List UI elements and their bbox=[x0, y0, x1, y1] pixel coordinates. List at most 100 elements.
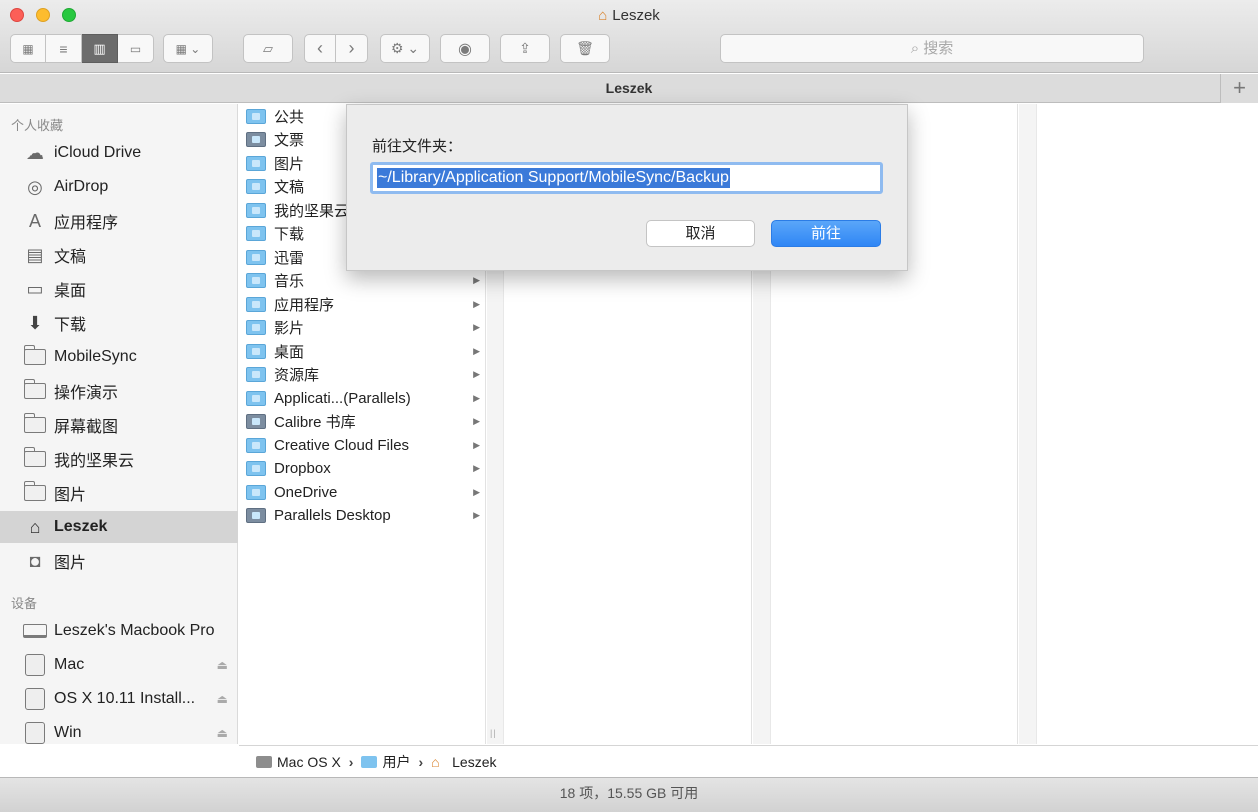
folder-icon bbox=[246, 485, 266, 500]
sidebar-item-label: 我的坚果云 bbox=[54, 453, 135, 470]
eject-icon[interactable]: ⏏ bbox=[217, 692, 228, 706]
cover-flow-view-button[interactable]: ▭ bbox=[118, 34, 154, 63]
back-button[interactable]: ‹ bbox=[304, 34, 336, 63]
quick-look-button[interactable]: ◉ bbox=[440, 34, 490, 63]
disclosure-arrow-icon: ▶ bbox=[473, 369, 480, 379]
disk-icon bbox=[22, 654, 48, 676]
status-bar: 18 项，15.55 GB 可用 bbox=[0, 777, 1258, 812]
path-segment-label: 用户 bbox=[382, 753, 411, 770]
tab-leszek[interactable]: Leszek bbox=[0, 74, 1258, 103]
column-gutter bbox=[1019, 104, 1036, 744]
search-input[interactable]: ⌕ 搜索 bbox=[720, 34, 1144, 63]
list-item-label: 影片 bbox=[274, 320, 305, 337]
list-item-label: 资源库 bbox=[274, 367, 320, 384]
list-item[interactable]: 应用程序 ▶ bbox=[239, 293, 486, 316]
column-view-button[interactable]: ▥ bbox=[82, 34, 118, 63]
gear-icon: ⚙ ⌄ bbox=[390, 40, 420, 56]
list-item[interactable]: OneDrive ▶ bbox=[239, 481, 486, 504]
new-folder-button[interactable]: ▱ bbox=[243, 34, 293, 63]
column-resize-handle[interactable]: || bbox=[490, 728, 497, 738]
icon-view-button[interactable]: ▦ bbox=[10, 34, 46, 63]
eject-icon[interactable]: ⏏ bbox=[217, 726, 228, 740]
folder-icon bbox=[246, 203, 266, 218]
folder-icon bbox=[246, 297, 266, 312]
sidebar-item-nutstore[interactable]: 我的坚果云 bbox=[0, 443, 238, 475]
sidebar-item-documents[interactable]: ▤ 文稿 bbox=[0, 239, 238, 271]
sidebar-item-label: OS X 10.11 Install... bbox=[54, 690, 196, 707]
list-item[interactable]: 资源库 ▶ bbox=[239, 363, 486, 386]
columns-icon: ▥ bbox=[93, 40, 106, 56]
list-item[interactable]: 桌面 ▶ bbox=[239, 340, 486, 363]
folder-icon bbox=[246, 344, 266, 359]
forward-button[interactable]: › bbox=[336, 34, 368, 63]
sidebar-item-icloud-drive[interactable]: ☁ iCloud Drive bbox=[0, 137, 238, 169]
list-item[interactable]: 音乐 ▶ bbox=[239, 269, 486, 292]
sidebar-item-macbook[interactable]: Leszek's Macbook Pro bbox=[0, 615, 238, 647]
folder-icon bbox=[23, 447, 46, 467]
sidebar-item-screenshots[interactable]: 屏幕截图 bbox=[0, 409, 238, 441]
path-bar: Mac OS X › 用户 › ⌂ Leszek bbox=[239, 745, 1258, 777]
sidebar-item-mac-disk[interactable]: Mac ⏏ bbox=[0, 649, 238, 681]
list-item[interactable]: Dropbox ▶ bbox=[239, 457, 486, 480]
sidebar-item-desktop[interactable]: ▭ 桌面 bbox=[0, 273, 238, 305]
folder-icon bbox=[23, 481, 46, 501]
path-segment-home[interactable]: ⌂ Leszek bbox=[431, 754, 496, 770]
add-tab-button[interactable]: + bbox=[1220, 74, 1258, 103]
sidebar-item-mobilesync[interactable]: MobileSync bbox=[0, 341, 238, 373]
list-item[interactable]: 影片 ▶ bbox=[239, 316, 486, 339]
search-placeholder: 搜索 bbox=[923, 40, 954, 57]
sidebar-item-win-disk[interactable]: Win ⏏ bbox=[0, 717, 238, 749]
trash-button[interactable]: 🗑 bbox=[560, 34, 610, 63]
list-view-button[interactable]: ≡ bbox=[46, 34, 82, 63]
eject-icon[interactable]: ⏏ bbox=[217, 658, 228, 672]
share-icon: ⇪ bbox=[519, 40, 531, 56]
sidebar-item-downloads[interactable]: ⬇ 下载 bbox=[0, 307, 238, 339]
sidebar-item-pictures-folder[interactable]: 图片 bbox=[0, 477, 238, 509]
list-item-label: 我的坚果云 bbox=[274, 203, 350, 220]
disk-icon bbox=[25, 688, 45, 710]
dialog-label: 前往文件夹： bbox=[372, 138, 463, 155]
folder-icon bbox=[22, 413, 48, 435]
cancel-button[interactable]: 取消 bbox=[646, 220, 755, 247]
cover-flow-icon: ▭ bbox=[129, 41, 142, 56]
arrange-button[interactable]: ▦ ⌄ bbox=[163, 34, 213, 63]
list-item[interactable]: Creative Cloud Files ▶ bbox=[239, 434, 486, 457]
list-item[interactable]: Calibre 书库 ▶ bbox=[239, 410, 486, 433]
sidebar-item-osx-install[interactable]: OS X 10.11 Install... ⏏ bbox=[0, 683, 238, 715]
folder-icon bbox=[246, 109, 266, 124]
sidebar: 个人收藏 ☁ iCloud Drive ◎ AirDrop A 应用程序 ▤ 文… bbox=[0, 104, 238, 744]
sidebar-item-home[interactable]: ⌂ Leszek bbox=[0, 511, 238, 543]
folder-icon bbox=[23, 345, 46, 365]
sidebar-item-pictures[interactable]: ◘ 图片 bbox=[0, 545, 238, 577]
disclosure-arrow-icon: ▶ bbox=[473, 510, 480, 520]
cloud-icon: ☁ bbox=[26, 142, 44, 163]
disclosure-arrow-icon: ▶ bbox=[473, 416, 480, 426]
action-menu-button[interactable]: ⚙ ⌄ bbox=[380, 34, 430, 63]
sidebar-item-applications[interactable]: A 应用程序 bbox=[0, 205, 238, 237]
sidebar-item-label: 下载 bbox=[54, 317, 87, 334]
list-item[interactable]: Applicati...(Parallels) ▶ bbox=[239, 387, 486, 410]
folder-icon bbox=[246, 156, 266, 171]
path-segment-users[interactable]: 用户 bbox=[361, 752, 410, 772]
disclosure-arrow-icon: ▶ bbox=[473, 393, 480, 403]
list-item-label: Creative Cloud Files bbox=[274, 437, 410, 454]
list-item-label: 下载 bbox=[274, 226, 305, 243]
disclosure-arrow-icon: ▶ bbox=[473, 299, 480, 309]
airdrop-icon: ◎ bbox=[27, 176, 43, 197]
path-segment-disk[interactable]: Mac OS X bbox=[256, 754, 341, 770]
folder-icon bbox=[246, 273, 266, 288]
status-text: 18 项，15.55 GB 可用 bbox=[559, 785, 699, 801]
path-segment-label: Mac OS X bbox=[277, 753, 341, 770]
folder-plus-icon: ▱ bbox=[263, 40, 273, 56]
sidebar-item-demo[interactable]: 操作演示 bbox=[0, 375, 238, 407]
folder-path-input[interactable]: ~/Library/Application Support/MobileSync… bbox=[370, 162, 883, 194]
list-item-label: 文票 bbox=[274, 132, 305, 149]
sidebar-item-airdrop[interactable]: ◎ AirDrop bbox=[0, 171, 238, 203]
list-item[interactable]: Parallels Desktop ▶ bbox=[239, 504, 486, 527]
folder-icon bbox=[246, 508, 266, 523]
go-button[interactable]: 前往 bbox=[771, 220, 881, 247]
list-item-label: Parallels Desktop bbox=[274, 507, 391, 524]
share-button[interactable]: ⇪ bbox=[500, 34, 550, 63]
folder-icon bbox=[246, 461, 266, 476]
sidebar-item-label: 图片 bbox=[54, 555, 87, 572]
